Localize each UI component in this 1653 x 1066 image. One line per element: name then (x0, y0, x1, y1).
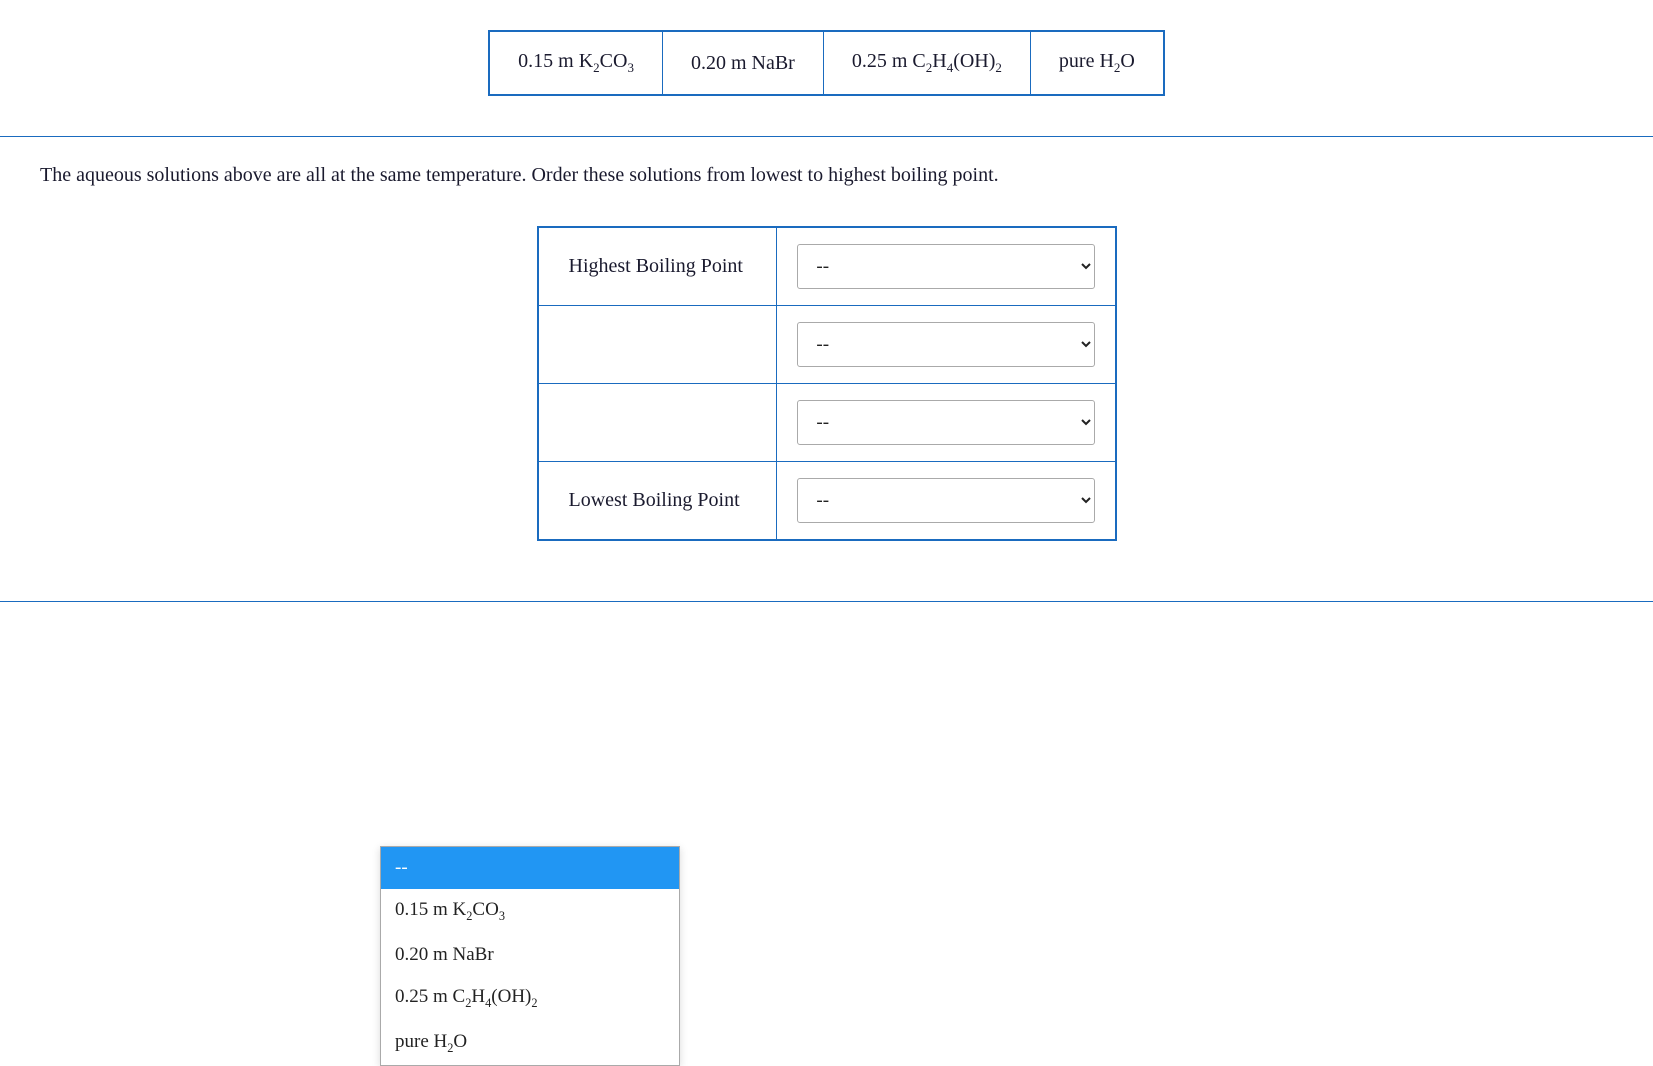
second-boiling-dropdown[interactable]: -- 0.15 m K₂CO₃ 0.20 m NaBr 0.25 m C₂H₄(… (797, 322, 1094, 367)
lowest-dropdown-cell: -- 0.15 m K₂CO₃ 0.20 m NaBr 0.25 m C₂H₄(… (777, 462, 1116, 541)
open-dropdown-overlay: -- 0.15 m K2CO3 0.20 m NaBr 0.25 m C2H4(… (380, 846, 680, 1066)
dropdown-option-blank[interactable]: -- (381, 847, 679, 889)
dropdown-option-c2h4oh2[interactable]: 0.25 m C2H4(OH)2 (381, 976, 679, 1021)
second-label (538, 306, 777, 384)
third-boiling-dropdown[interactable]: -- 0.15 m K₂CO₃ 0.20 m NaBr 0.25 m C₂H₄(… (797, 400, 1094, 445)
highest-label: Highest Boiling Point (538, 227, 777, 306)
dropdown-option-h2o[interactable]: pure H2O (381, 1021, 679, 1066)
solution-cell-4: pure H2O (1030, 31, 1163, 95)
table-row: Lowest Boiling Point -- 0.15 m K₂CO₃ 0.2… (538, 462, 1116, 541)
third-dropdown-cell: -- 0.15 m K₂CO₃ 0.20 m NaBr 0.25 m C₂H₄(… (777, 384, 1116, 462)
table-row: Highest Boiling Point -- 0.15 m K₂CO₃ 0.… (538, 227, 1116, 306)
table-row: -- 0.15 m K₂CO₃ 0.20 m NaBr 0.25 m C₂H₄(… (538, 384, 1116, 462)
dropdown-option-k2co3[interactable]: 0.15 m K2CO3 (381, 889, 679, 934)
top-divider (0, 136, 1653, 137)
third-label (538, 384, 777, 462)
solution-cell-3: 0.25 m C2H4(OH)2 (823, 31, 1030, 95)
dropdown-option-nabr[interactable]: 0.20 m NaBr (381, 934, 679, 976)
solutions-table: 0.15 m K2CO3 0.20 m NaBr 0.25 m C2H4(OH)… (488, 30, 1165, 96)
highest-dropdown-cell: -- 0.15 m K₂CO₃ 0.20 m NaBr 0.25 m C₂H₄(… (777, 227, 1116, 306)
bottom-divider (0, 601, 1653, 602)
ordering-table: Highest Boiling Point -- 0.15 m K₂CO₃ 0.… (537, 226, 1117, 541)
solution-cell-1: 0.15 m K2CO3 (489, 31, 662, 95)
table-row: -- 0.15 m K₂CO₃ 0.20 m NaBr 0.25 m C₂H₄(… (538, 306, 1116, 384)
ordering-section: Highest Boiling Point -- 0.15 m K₂CO₃ 0.… (40, 226, 1613, 541)
second-dropdown-cell: -- 0.15 m K₂CO₃ 0.20 m NaBr 0.25 m C₂H₄(… (777, 306, 1116, 384)
dropdown-list: -- 0.15 m K2CO3 0.20 m NaBr 0.25 m C2H4(… (380, 846, 680, 1066)
lowest-boiling-dropdown[interactable]: -- 0.15 m K₂CO₃ 0.20 m NaBr 0.25 m C₂H₄(… (797, 478, 1094, 523)
description-text: The aqueous solutions above are all at t… (40, 160, 1140, 190)
top-table-wrapper: 0.15 m K2CO3 0.20 m NaBr 0.25 m C2H4(OH)… (40, 30, 1613, 96)
solution-cell-2: 0.20 m NaBr (662, 31, 823, 95)
highest-boiling-dropdown[interactable]: -- 0.15 m K₂CO₃ 0.20 m NaBr 0.25 m C₂H₄(… (797, 244, 1094, 289)
lowest-label: Lowest Boiling Point (538, 462, 777, 541)
